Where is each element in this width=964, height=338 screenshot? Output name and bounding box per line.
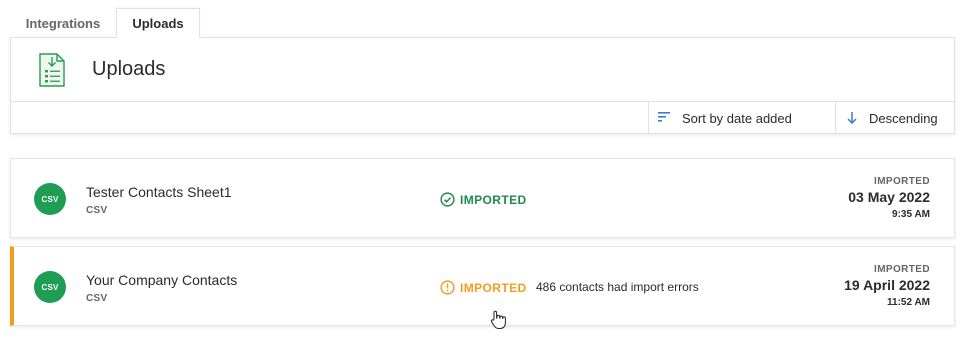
import-date: 03 May 2022: [848, 189, 930, 205]
upload-row[interactable]: CSV Tester Contacts Sheet1 CSV IMPORTED …: [10, 158, 955, 238]
tab-bar: Integrations Uploads: [10, 8, 200, 38]
uploads-panel: Uploads Sort by date added Descending: [10, 37, 955, 134]
sort-toolbar: Sort by date added Descending: [11, 102, 954, 134]
upload-name: Your Company Contacts: [86, 272, 238, 288]
sort-by-button[interactable]: Sort by date added: [648, 102, 835, 134]
import-error-note[interactable]: 486 contacts had import errors: [536, 280, 699, 294]
upload-type: CSV: [86, 293, 108, 304]
upload-document-icon: [39, 53, 65, 87]
upload-row[interactable]: CSV Your Company Contacts CSV IMPORTED 4…: [10, 246, 955, 326]
import-info: IMPORTED 19 April 2022 11:52 AM: [844, 264, 930, 308]
tab-uploads[interactable]: Uploads: [116, 8, 200, 38]
page-title: Uploads: [92, 58, 166, 80]
import-date: 19 April 2022: [844, 277, 930, 293]
status-text: IMPORTED: [460, 192, 527, 207]
arrow-down-icon: [847, 112, 857, 124]
upload-type: CSV: [86, 205, 108, 216]
upload-name: Tester Contacts Sheet1: [86, 184, 232, 200]
check-circle-icon: [440, 192, 455, 207]
csv-file-icon: CSV: [34, 271, 66, 303]
imported-label: IMPORTED: [874, 264, 930, 275]
status-badge: IMPORTED: [440, 192, 527, 207]
tab-integrations[interactable]: Integrations: [10, 8, 116, 38]
sort-order-button[interactable]: Descending: [835, 102, 954, 134]
sort-lines-icon: [658, 112, 670, 122]
hand-cursor-icon: [490, 310, 506, 329]
status-badge: IMPORTED: [440, 280, 527, 295]
import-time: 9:35 AM: [892, 209, 930, 220]
warning-circle-icon: [440, 280, 455, 295]
panel-header: Uploads: [11, 38, 954, 102]
imported-label: IMPORTED: [874, 176, 930, 187]
sort-order-label: Descending: [869, 111, 938, 126]
import-time: 11:52 AM: [887, 297, 930, 308]
csv-file-icon: CSV: [34, 183, 66, 215]
status-text: IMPORTED: [460, 280, 527, 295]
import-info: IMPORTED 03 May 2022 9:35 AM: [848, 176, 930, 220]
sort-by-label: Sort by date added: [682, 111, 792, 126]
